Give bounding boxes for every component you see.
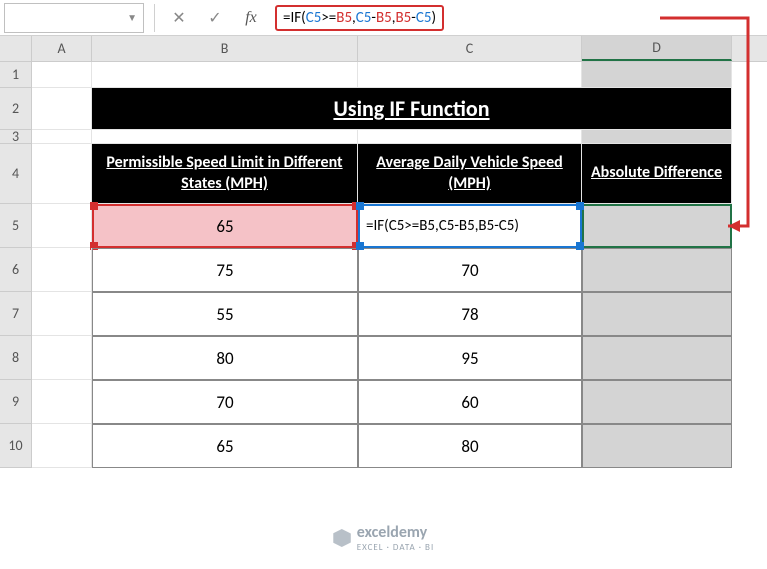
cell-C5-formula: =IF(C5>=B5,C5-B5,B5-C5) (366, 217, 523, 235)
cell-B10[interactable]: 65 (92, 424, 358, 468)
cell-D3[interactable] (582, 130, 732, 144)
divider (154, 4, 155, 32)
range-handle[interactable] (356, 242, 364, 250)
cell-A10[interactable] (32, 424, 92, 468)
row-header-10[interactable]: 10 (0, 424, 32, 468)
range-handle[interactable] (90, 202, 98, 210)
row-6: 6 75 70 (0, 248, 767, 292)
name-box[interactable]: ▼ (4, 3, 144, 33)
row-header-9[interactable]: 9 (0, 380, 32, 424)
row-2: 2 Using IF Function (0, 88, 767, 130)
title-cell[interactable]: Using IF Function (92, 88, 732, 130)
cell-C3[interactable] (358, 130, 582, 144)
cell-B9[interactable]: 70 (92, 380, 358, 424)
cell-A4[interactable] (32, 144, 92, 204)
row-7: 7 55 78 (0, 292, 767, 336)
cell-B5-value: 65 (216, 216, 233, 237)
row-1: 1 (0, 62, 767, 88)
formula-highlight-box: = IF ( C5 >= B5 , C5 - B5 , B5 - C5 ) (275, 5, 444, 31)
header-c[interactable]: Average Daily Vehicle Speed (MPH) (358, 144, 582, 204)
cell-D10[interactable] (582, 424, 732, 468)
row-8: 8 80 95 (0, 336, 767, 380)
cell-B7[interactable]: 55 (92, 292, 358, 336)
spreadsheet-grid: A B C D 1 2 Using IF Function 3 4 (0, 36, 767, 468)
row-header-2[interactable]: 2 (0, 88, 32, 130)
cell-B6[interactable]: 75 (92, 248, 358, 292)
title-text: Using IF Function (333, 95, 489, 122)
cell-A5[interactable] (32, 204, 92, 248)
chevron-down-icon[interactable]: ▼ (127, 11, 137, 24)
range-handle[interactable] (356, 202, 364, 210)
cell-A8[interactable] (32, 336, 92, 380)
cell-A1[interactable] (32, 62, 92, 88)
cell-B5[interactable]: 65 (92, 204, 358, 248)
row-header-1[interactable]: 1 (0, 62, 32, 88)
row-4: 4 Permissible Speed Limit in Different S… (0, 144, 767, 204)
cell-A3[interactable] (32, 130, 92, 144)
watermark-tagline: EXCEL · DATA · BI (357, 542, 434, 553)
formula-input[interactable]: = IF ( C5 >= B5 , C5 - B5 , B5 - C5 ) (269, 3, 767, 33)
cell-D7[interactable] (582, 292, 732, 336)
row-header-4[interactable]: 4 (0, 144, 32, 204)
cell-D6[interactable] (582, 248, 732, 292)
cell-A6[interactable] (32, 248, 92, 292)
range-handle[interactable] (576, 202, 584, 210)
col-header-C[interactable]: C (358, 36, 582, 61)
formula-bar: ▼ ✕ ✓ fx = IF ( C5 >= B5 , C5 - B5 , B5 … (0, 0, 767, 36)
range-handle[interactable] (576, 242, 584, 250)
cancel-icon[interactable]: ✕ (161, 3, 197, 33)
cell-D9[interactable] (582, 380, 732, 424)
fx-icon[interactable]: fx (233, 3, 269, 33)
cell-B3[interactable] (92, 130, 358, 144)
cell-C5-editing[interactable]: =IF(C5>=B5,C5-B5,B5-C5) (358, 204, 582, 248)
watermark-brand: exceldemy (357, 523, 434, 542)
row-header-3[interactable]: 3 (0, 130, 32, 144)
cell-A9[interactable] (32, 380, 92, 424)
watermark: exceldemy EXCEL · DATA · BI (333, 523, 434, 553)
column-headers: A B C D (0, 36, 767, 62)
col-header-A[interactable]: A (32, 36, 92, 61)
row-header-5[interactable]: 5 (0, 204, 32, 248)
row-header-6[interactable]: 6 (0, 248, 32, 292)
row-9: 9 70 60 (0, 380, 767, 424)
col-header-D[interactable]: D (582, 36, 732, 61)
select-all-corner[interactable] (0, 36, 32, 61)
col-header-B[interactable]: B (92, 36, 358, 61)
cell-C7[interactable]: 78 (358, 292, 582, 336)
row-3: 3 (0, 130, 767, 144)
cell-C1[interactable] (358, 62, 582, 88)
confirm-icon[interactable]: ✓ (197, 3, 233, 33)
cell-D8[interactable] (582, 336, 732, 380)
cell-D1[interactable] (582, 62, 732, 88)
row-10: 10 65 80 (0, 424, 767, 468)
logo-icon (333, 529, 351, 547)
cell-C8[interactable]: 95 (358, 336, 582, 380)
cell-B1[interactable] (92, 62, 358, 88)
cell-C9[interactable]: 60 (358, 380, 582, 424)
row-header-8[interactable]: 8 (0, 336, 32, 380)
header-d[interactable]: Absolute Difference (582, 144, 732, 204)
cell-D5[interactable] (582, 204, 732, 248)
cell-A2[interactable] (32, 88, 92, 130)
row-header-7[interactable]: 7 (0, 292, 32, 336)
cell-A7[interactable] (32, 292, 92, 336)
cell-B8[interactable]: 80 (92, 336, 358, 380)
row-5: 5 65 =IF(C5>=B5,C5-B5,B5-C5) (0, 204, 767, 248)
cell-C6[interactable]: 70 (358, 248, 582, 292)
cell-C10[interactable]: 80 (358, 424, 582, 468)
header-b[interactable]: Permissible Speed Limit in Different Sta… (92, 144, 358, 204)
